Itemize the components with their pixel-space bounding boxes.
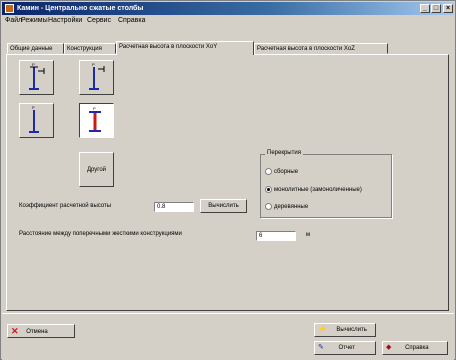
- scheme-button-4-selected[interactable]: P: [79, 103, 114, 138]
- report-icon: ✎: [318, 344, 324, 351]
- title-bar: Камин - Центрально сжатые столбы _ □ ×: [2, 2, 454, 15]
- report-button[interactable]: ✎ Отчет: [314, 341, 376, 355]
- menu-service[interactable]: Сервис: [87, 17, 111, 24]
- radio-label: монолитные (замоноличенные): [274, 187, 362, 194]
- tab-general[interactable]: Общие данные: [7, 43, 64, 54]
- compute-label: Вычислить: [336, 327, 367, 333]
- menu-settings[interactable]: Настройки: [48, 17, 82, 24]
- coef-field[interactable]: 0.8: [154, 202, 194, 212]
- floors-groupbox: Перекрытия сборные монолитные (замонолич…: [260, 150, 392, 218]
- help-icon: ◆: [386, 344, 392, 351]
- floors-option-monolithic[interactable]: монолитные (замоноличенные): [265, 186, 362, 193]
- tab-panel: P P P P Другой Коэффициент расчетной выс…: [6, 54, 449, 311]
- distance-unit: м: [306, 232, 311, 238]
- app-icon: [5, 4, 14, 13]
- radio-icon: [265, 203, 272, 210]
- svg-text:P: P: [92, 62, 95, 67]
- coef-compute-button[interactable]: Вычислить: [200, 199, 247, 213]
- help-button[interactable]: ◆ Справка: [382, 341, 448, 355]
- scheme-button-2[interactable]: P: [79, 60, 114, 95]
- column-scheme-icon: P: [29, 62, 45, 90]
- cancel-label: Отмена: [26, 328, 48, 335]
- tab-height-xoy[interactable]: Расчетная высота в плоскости XoY: [116, 41, 254, 55]
- help-label: Справка: [405, 345, 429, 351]
- other-scheme-button[interactable]: Другой: [79, 152, 114, 187]
- report-label: Отчет: [338, 345, 355, 351]
- floors-option-wooden[interactable]: деревянные: [265, 203, 308, 210]
- radio-checked-icon: [265, 186, 272, 193]
- window-title: Камин - Центрально сжатые столбы: [17, 5, 144, 12]
- coef-label: Коэффициент расчетной высоты: [19, 203, 112, 209]
- svg-text:P: P: [32, 105, 35, 110]
- menu-file[interactable]: Файл: [5, 17, 22, 24]
- floors-title: Перекрытия: [265, 150, 303, 156]
- lightning-icon: ⚡: [318, 326, 327, 333]
- column-scheme-icon: P: [89, 106, 101, 132]
- distance-label: Расстояние между поперечными жесткими ко…: [19, 231, 182, 237]
- maximize-button[interactable]: □: [431, 4, 441, 13]
- cancel-button[interactable]: ✕ Отмена: [7, 324, 75, 338]
- app-window: Камин - Центрально сжатые столбы _ □ × Ф…: [0, 0, 456, 360]
- radio-label: деревянные: [274, 204, 309, 211]
- close-x-icon: ✕: [11, 326, 19, 336]
- menu-help[interactable]: Справка: [118, 17, 145, 24]
- distance-field[interactable]: 6: [256, 231, 296, 241]
- radio-icon: [265, 168, 272, 175]
- menu-modes[interactable]: Режимы: [21, 17, 48, 24]
- column-scheme-icon: P: [29, 105, 39, 133]
- column-scheme-icon: P: [89, 62, 105, 90]
- tab-construction[interactable]: Конструкция: [64, 43, 116, 54]
- bottom-bar: ✕ Отмена ⚡ Вычислить ✎ Отчет ◆ Справка: [2, 313, 454, 360]
- floors-option-prefab[interactable]: сборные: [265, 168, 298, 175]
- scheme-button-1[interactable]: P: [19, 60, 54, 95]
- tab-height-xoz[interactable]: Расчетная высота в плоскости XoZ: [254, 43, 388, 54]
- scheme-button-3[interactable]: P: [19, 103, 54, 138]
- compute-button[interactable]: ⚡ Вычислить: [314, 323, 376, 337]
- svg-text:P: P: [32, 62, 35, 67]
- close-button[interactable]: ×: [443, 4, 453, 13]
- minimize-button[interactable]: _: [420, 4, 430, 13]
- svg-text:P: P: [93, 106, 96, 111]
- radio-label: сборные: [274, 169, 299, 176]
- menu-bar: Файл Режимы Настройки Сервис Справка: [2, 16, 454, 27]
